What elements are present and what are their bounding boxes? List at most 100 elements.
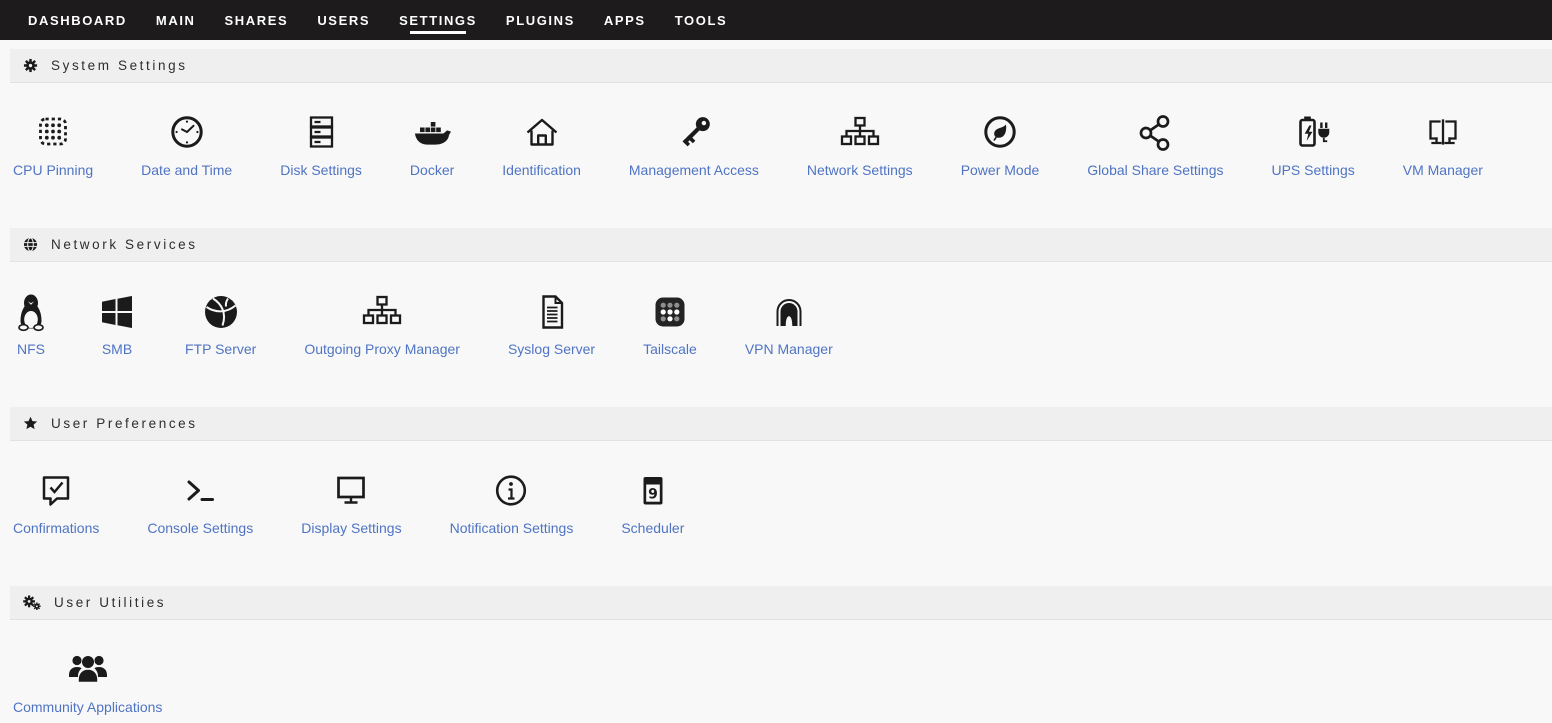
star-icon — [23, 416, 38, 431]
settings-item-community-applications[interactable]: Community Applications — [13, 650, 162, 715]
nav-item-tools[interactable]: TOOLS — [673, 0, 730, 40]
items-row-network-services: NFS SMB FTP Server Outgoing Proxy Manager Sy… — [0, 262, 1552, 357]
settings-item-label: Scheduler — [621, 520, 684, 536]
items-row-user-preferences: Confirmations Console Settings Display Set… — [0, 441, 1552, 536]
section-header-network-services: Network Services — [10, 228, 1552, 262]
settings-item-label: Display Settings — [301, 520, 401, 536]
nav-item-plugins[interactable]: PLUGINS — [504, 0, 577, 40]
settings-item-display-settings[interactable]: Display Settings — [301, 471, 401, 536]
settings-item-label: Power Mode — [961, 162, 1040, 178]
settings-item-ftp-server[interactable]: FTP Server — [185, 292, 256, 357]
settings-item-docker[interactable]: Docker — [410, 113, 454, 178]
settings-page: System Settings CPU Pinning Date and Time D… — [0, 40, 1552, 715]
gear-icon — [23, 58, 38, 73]
settings-item-label: NFS — [17, 341, 45, 357]
settings-item-label: Notification Settings — [450, 520, 574, 536]
sitemap-icon — [838, 113, 882, 153]
vm-brackets-icon — [1423, 113, 1463, 153]
settings-item-management-access[interactable]: Management Access — [629, 113, 759, 178]
sitemap-icon — [360, 292, 404, 332]
info-circle-icon — [491, 471, 531, 511]
key-icon — [674, 113, 714, 153]
settings-item-label: Tailscale — [643, 341, 697, 357]
settings-item-label: Date and Time — [141, 162, 232, 178]
settings-item-label: UPS Settings — [1271, 162, 1354, 178]
section-user-preferences: User Preferences Confirmations Console Set… — [0, 407, 1552, 536]
settings-item-label: VPN Manager — [745, 341, 833, 357]
settings-item-smb[interactable]: SMB — [97, 292, 137, 357]
settings-item-label: Docker — [410, 162, 454, 178]
section-title: Network Services — [51, 237, 198, 252]
vpn-hood-icon — [769, 292, 809, 332]
settings-item-ups-settings[interactable]: UPS Settings — [1271, 113, 1354, 178]
settings-item-label: Syslog Server — [508, 341, 595, 357]
user-gears-icon — [23, 595, 41, 610]
settings-item-scheduler[interactable]: 9 Scheduler — [621, 471, 684, 536]
clock-icon — [167, 113, 207, 153]
leaf-circle-icon — [980, 113, 1020, 153]
globe-filled-icon — [201, 292, 241, 332]
settings-item-vm-manager[interactable]: VM Manager — [1403, 113, 1483, 178]
server-icon — [301, 113, 341, 153]
settings-item-cpu-pinning[interactable]: CPU Pinning — [13, 113, 93, 178]
globe-icon — [23, 237, 38, 252]
comment-check-icon — [36, 471, 76, 511]
settings-item-vpn-manager[interactable]: VPN Manager — [745, 292, 833, 357]
items-row-user-utilities: Community Applications — [0, 620, 1552, 715]
settings-item-label: Console Settings — [147, 520, 253, 536]
section-title: User Utilities — [54, 595, 166, 610]
nav-item-users[interactable]: USERS — [315, 0, 372, 40]
settings-item-identification[interactable]: Identification — [502, 113, 581, 178]
nav-item-dashboard[interactable]: DASHBOARD — [26, 0, 129, 40]
windows-icon — [97, 292, 137, 332]
settings-item-power-mode[interactable]: Power Mode — [961, 113, 1040, 178]
terminal-icon — [180, 471, 220, 511]
settings-item-label: Disk Settings — [280, 162, 362, 178]
settings-item-console-settings[interactable]: Console Settings — [147, 471, 253, 536]
settings-item-date-and-time[interactable]: Date and Time — [141, 113, 232, 178]
tux-penguin-icon — [13, 292, 49, 332]
items-row-system-settings: CPU Pinning Date and Time Disk Settings Doc… — [0, 83, 1552, 178]
file-lines-icon — [532, 292, 572, 332]
section-network-services: Network Services NFS SMB FTP Server Outgoing… — [0, 228, 1552, 357]
settings-item-label: Global Share Settings — [1087, 162, 1223, 178]
section-user-utilities: User Utilities Community Applications — [0, 586, 1552, 715]
settings-item-label: Identification — [502, 162, 581, 178]
settings-item-confirmations[interactable]: Confirmations — [13, 471, 99, 536]
calendar-icon: 9 — [633, 471, 673, 511]
nav-item-main[interactable]: MAIN — [154, 0, 198, 40]
share-nodes-icon — [1135, 113, 1175, 153]
nav-item-shares[interactable]: SHARES — [223, 0, 291, 40]
docker-whale-icon — [410, 113, 454, 153]
settings-item-label: FTP Server — [185, 341, 256, 357]
nav-item-apps[interactable]: APPS — [602, 0, 648, 40]
settings-item-label: Network Settings — [807, 162, 913, 178]
section-system-settings: System Settings CPU Pinning Date and Time D… — [0, 49, 1552, 178]
svg-text:9: 9 — [648, 486, 658, 502]
settings-item-label: VM Manager — [1403, 162, 1483, 178]
section-header-system-settings: System Settings — [10, 49, 1552, 83]
settings-item-syslog-server[interactable]: Syslog Server — [508, 292, 595, 357]
section-title: User Preferences — [51, 416, 198, 431]
settings-item-disk-settings[interactable]: Disk Settings — [280, 113, 362, 178]
users-group-icon — [66, 650, 110, 690]
cpu-pinning-icon — [33, 113, 73, 153]
settings-item-label: Confirmations — [13, 520, 99, 536]
settings-item-nfs[interactable]: NFS — [13, 292, 49, 357]
section-title: System Settings — [51, 58, 188, 73]
settings-item-label: SMB — [102, 341, 132, 357]
home-icon — [522, 113, 562, 153]
settings-item-notification-settings[interactable]: Notification Settings — [450, 471, 574, 536]
battery-plug-icon — [1292, 113, 1334, 153]
section-header-user-preferences: User Preferences — [10, 407, 1552, 441]
settings-item-label: Management Access — [629, 162, 759, 178]
monitor-icon — [331, 471, 371, 511]
settings-item-global-share-settings[interactable]: Global Share Settings — [1087, 113, 1223, 178]
settings-item-label: CPU Pinning — [13, 162, 93, 178]
settings-item-tailscale[interactable]: Tailscale — [643, 292, 697, 357]
settings-item-network-settings[interactable]: Network Settings — [807, 113, 913, 178]
section-header-user-utilities: User Utilities — [10, 586, 1552, 620]
settings-item-label: Outgoing Proxy Manager — [304, 341, 460, 357]
nav-item-settings[interactable]: SETTINGS — [397, 0, 479, 40]
settings-item-outgoing-proxy-manager[interactable]: Outgoing Proxy Manager — [304, 292, 460, 357]
